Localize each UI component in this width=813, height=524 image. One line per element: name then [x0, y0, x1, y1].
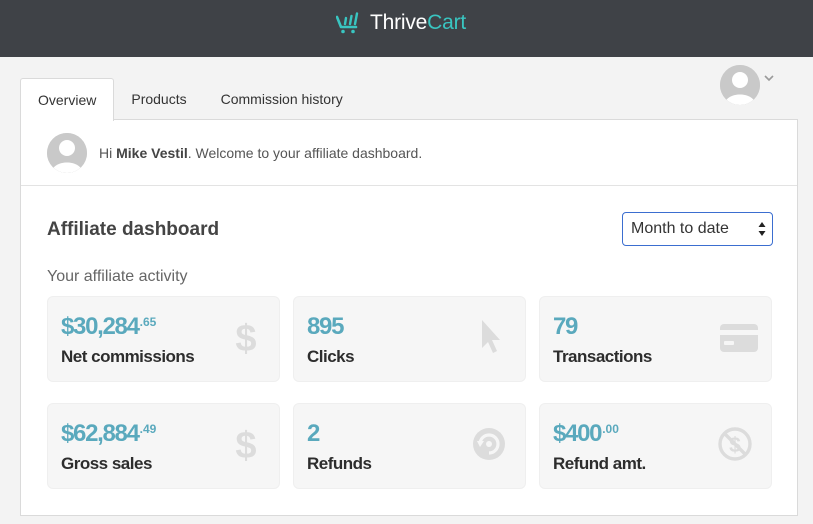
stat-card-transactions: 79 Transactions	[539, 296, 772, 382]
stat-value-main: 895	[307, 313, 344, 340]
welcome-bar: Hi Mike Vestil. Welcome to your affiliat…	[21, 120, 797, 186]
welcome-message: Hi Mike Vestil. Welcome to your affiliat…	[99, 145, 422, 161]
user-menu[interactable]	[720, 65, 776, 105]
stat-value: 2	[307, 420, 320, 448]
chevron-down-icon	[764, 74, 774, 81]
stat-value-cents: .00	[602, 422, 619, 436]
stat-value-main: $62,884	[61, 420, 140, 447]
dollar-icon: $	[235, 319, 256, 357]
stat-label: Clicks	[307, 347, 355, 366]
cursor-icon	[482, 320, 500, 353]
stat-label: Net commissions	[61, 347, 195, 366]
stat-value-cents: .49	[139, 422, 157, 436]
tab-bar: Overview Products Commission history	[20, 78, 360, 121]
stat-card-refund-amount: $400.00 Refund amt. $	[539, 403, 772, 489]
stat-value: 79	[553, 313, 578, 341]
stat-value: $30,284.65	[61, 313, 156, 341]
no-dollar-icon: $	[718, 427, 752, 461]
svg-text:$: $	[235, 319, 256, 357]
brand-name-part1: Thrive	[370, 11, 428, 34]
stat-card-gross-sales: $62,884.49 Gross sales $	[47, 403, 280, 489]
date-range-select[interactable]: Month to date	[622, 212, 773, 246]
thrivecart-cart-icon	[336, 12, 359, 34]
stat-label: Gross sales	[61, 454, 152, 473]
dollar-icon: $	[235, 426, 256, 464]
stat-label: Transactions	[553, 347, 652, 366]
stat-value-main: $30,284	[61, 313, 140, 340]
tab-overview[interactable]: Overview	[20, 78, 115, 121]
stat-card-refunds: 2 Refunds	[293, 403, 526, 489]
date-range-value: Month to date	[631, 220, 729, 237]
stat-value-main: $400	[553, 420, 603, 447]
overview-panel: Hi Mike Vestil. Welcome to your affiliat…	[20, 119, 798, 516]
stat-value: $400.00	[553, 420, 619, 448]
thrivecart-logo[interactable]: ThriveCart	[336, 10, 466, 36]
user-avatar-icon	[720, 65, 760, 105]
stat-label: Refunds	[307, 454, 372, 473]
stat-value-main: 79	[553, 313, 578, 340]
select-arrows-icon	[758, 222, 766, 236]
activity-label: Your affiliate activity	[47, 268, 188, 285]
brand-name-part2: Cart	[427, 11, 467, 34]
stat-value-cents: .65	[139, 315, 157, 329]
avatar	[47, 132, 87, 173]
svg-text:$: $	[235, 426, 256, 464]
page-title: Affiliate dashboard	[47, 219, 220, 240]
top-bar: ThriveCart	[0, 0, 813, 57]
tab-products[interactable]: Products	[114, 78, 203, 119]
stat-card-clicks: 895 Clicks	[293, 296, 526, 382]
stat-value: 895	[307, 313, 344, 341]
user-name: Mike Vestil	[116, 144, 188, 161]
refund-icon	[473, 428, 505, 460]
welcome-greeting: Hi	[99, 144, 113, 161]
stat-card-net-commissions: $30,284.65 Net commissions $	[47, 296, 280, 382]
stat-label: Refund amt.	[553, 454, 646, 473]
stat-value: $62,884.49	[61, 420, 156, 448]
welcome-text: . Welcome to your affiliate dashboard.	[187, 144, 423, 161]
tab-commission-history[interactable]: Commission history	[204, 78, 360, 119]
brand-name: ThriveCart	[370, 11, 466, 35]
credit-card-icon	[720, 324, 758, 352]
stat-value-main: 2	[307, 420, 320, 447]
